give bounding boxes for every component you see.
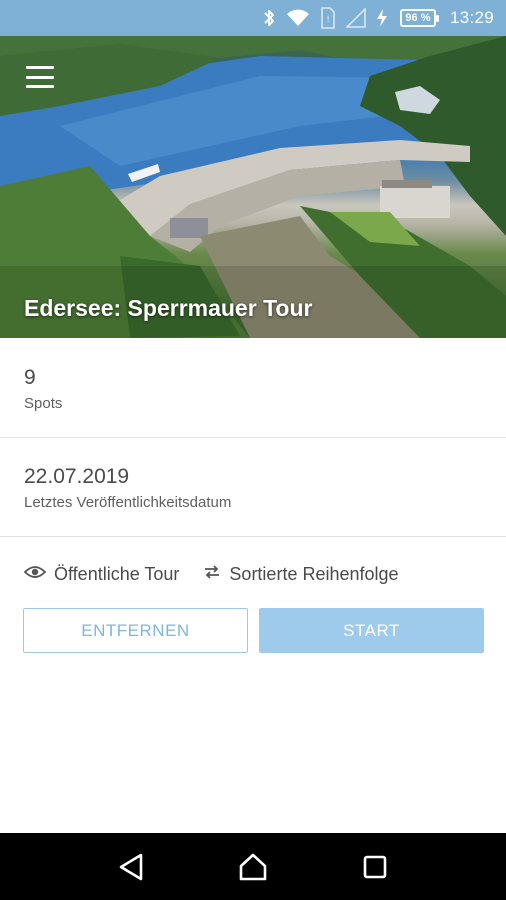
svg-text:!: !: [326, 15, 330, 25]
swap-arrows-icon: [203, 564, 221, 585]
wifi-icon: [286, 8, 310, 28]
remove-button[interactable]: ENTFERNEN: [23, 608, 248, 653]
system-navigation-bar: [0, 833, 506, 900]
bluetooth-icon: [262, 8, 276, 28]
order-info: Sortierte Reihenfolge: [203, 563, 399, 585]
back-button[interactable]: [101, 837, 161, 897]
start-button[interactable]: START: [259, 608, 484, 653]
signal-icon: [345, 8, 366, 28]
battery-icon: 96 %: [399, 9, 439, 27]
sim-icon: !: [320, 7, 336, 29]
visibility-label: Öffentliche Tour: [54, 563, 180, 584]
published-date: 22.07.2019: [24, 465, 130, 488]
order-label: Sortierte Reihenfolge: [229, 563, 399, 584]
spots-info: 9 Spots: [0, 338, 506, 438]
home-icon: [239, 853, 267, 880]
dam-landscape-illustration: [0, 36, 506, 338]
tour-meta: Öffentliche Tour Sortierte Reihenfolge: [23, 561, 399, 587]
visibility-info: Öffentliche Tour: [23, 563, 180, 585]
clock: 13:29: [449, 8, 494, 27]
recents-square-icon: [363, 855, 387, 878]
tour-hero-image: Edersee: Sperrmauer Tour: [0, 36, 506, 338]
tour-title: Edersee: Sperrmauer Tour: [24, 295, 313, 321]
published-info: 22.07.2019 Letztes Veröffentlichkeitsdat…: [0, 438, 506, 537]
battery-level: 96 %: [405, 12, 431, 24]
menu-button[interactable]: [26, 66, 54, 88]
spots-label: Spots: [24, 395, 63, 412]
recents-button[interactable]: [345, 837, 405, 897]
spots-count: 9: [24, 366, 36, 389]
eye-icon: [23, 564, 47, 585]
status-bar: ! 96 % 13:29: [0, 0, 506, 36]
published-label: Letztes Veröffentlichkeitsdatum: [24, 494, 232, 511]
back-triangle-icon: [119, 853, 143, 880]
charging-icon: [376, 8, 388, 28]
hamburger-menu-icon: [26, 66, 54, 69]
home-button[interactable]: [223, 837, 283, 897]
